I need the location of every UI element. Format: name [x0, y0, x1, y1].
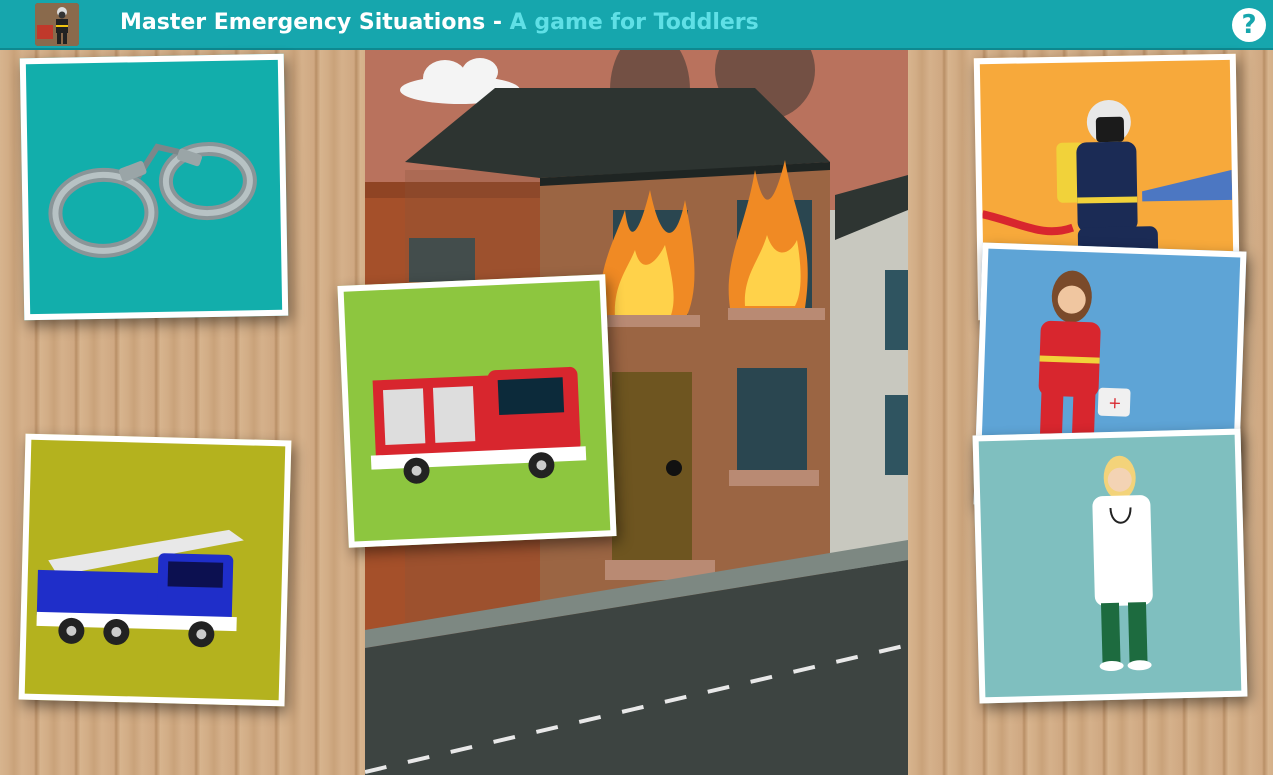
ladder-truck-card[interactable] [18, 433, 292, 707]
fire-engine-icon [370, 366, 587, 484]
firefighter-logo-icon [35, 3, 79, 46]
title-separator: - [485, 10, 510, 35]
handcuffs-icon [48, 142, 257, 258]
ladder-truck-icon [36, 529, 244, 648]
svg-text:+: + [1108, 393, 1122, 412]
title-main: Master Emergency Situations [120, 10, 486, 35]
title-subtitle: A game for Toddlers [509, 10, 759, 35]
help-button[interactable]: ? [1232, 8, 1266, 42]
doctor-card[interactable] [972, 428, 1248, 704]
app-title: Master Emergency Situations - A game for… [120, 10, 759, 35]
fire-engine-card[interactable] [337, 274, 617, 548]
top-bar: Master Emergency Situations - A game for… [0, 0, 1273, 50]
doctor-icon [1092, 455, 1153, 672]
handcuffs-card[interactable] [19, 53, 289, 321]
